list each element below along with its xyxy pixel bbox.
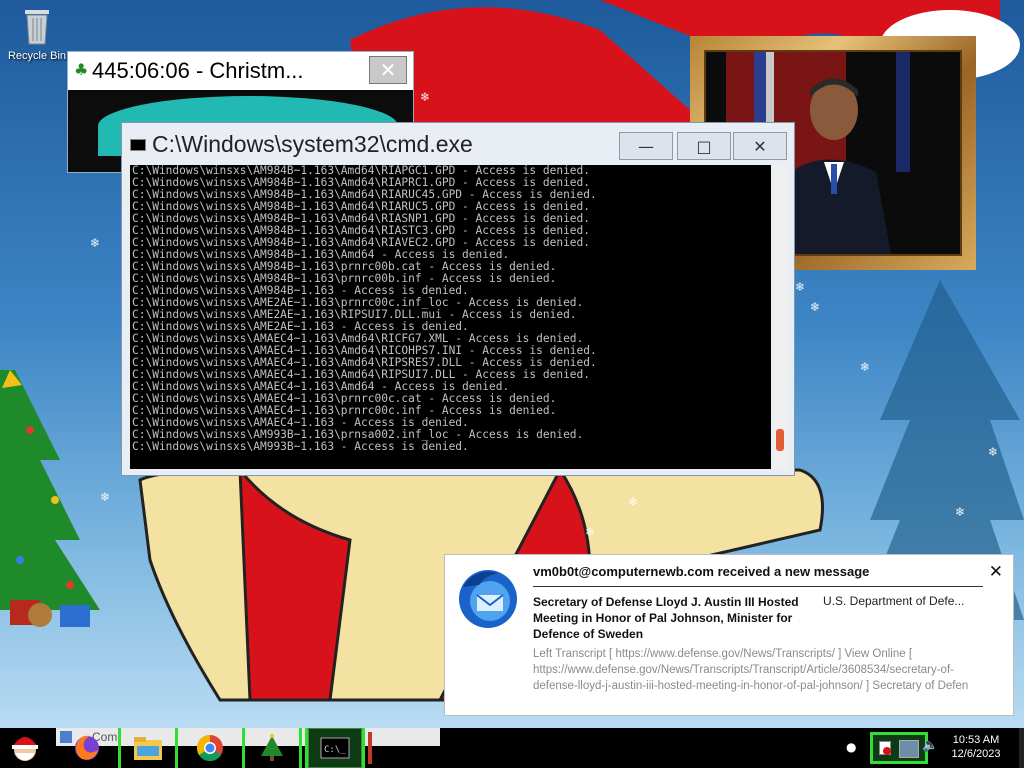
snowflake-icon: ❄ [795, 280, 806, 294]
countdown-titlebar[interactable]: ♣ 445:06:06 - Christm... [68, 52, 413, 90]
countdown-title: 445:06:06 - Christm... [92, 58, 304, 83]
console-icon [130, 139, 146, 151]
file-explorer-taskbar-button[interactable] [118, 728, 178, 768]
notification-close-button[interactable]: ✕ [989, 562, 1003, 582]
notification-header: vm0b0t@computernewb.com received a new m… [533, 564, 870, 579]
message-preview: Left Transcript [ https://www.defense.go… [533, 648, 969, 692]
console-line: C:\Windows\winsxs\AM993B~1.163 - Access … [132, 440, 469, 453]
alert-badge-icon [883, 747, 891, 755]
snowflake-icon: ❄ [988, 445, 999, 459]
clock-time: 10:53 AM [952, 734, 1000, 746]
firefox-taskbar-button[interactable] [68, 728, 106, 768]
console-icon: C:\_ [320, 737, 350, 759]
mail-notification[interactable]: vm0b0t@computernewb.com received a new m… [444, 554, 1014, 716]
clock-date: 12/6/2023 [951, 748, 1001, 760]
cmd-taskbar-button[interactable]: C:\_ [305, 728, 365, 768]
network-icon[interactable] [899, 740, 919, 758]
thunderbird-icon [455, 565, 521, 631]
snowflake-icon: ❄ [955, 505, 966, 519]
cmd-title: C:\Windows\system32\cmd.exe [152, 131, 473, 157]
recycle-bin-shortcut[interactable]: Recycle Bin [6, 6, 68, 62]
svg-text:C:\_: C:\_ [324, 745, 346, 755]
message-sender: U.S. Department of Defe... [823, 594, 965, 608]
maximize-button[interactable]: □ [677, 132, 731, 160]
notification-divider [533, 586, 983, 587]
snowflake-icon: ❄ [860, 360, 871, 374]
countdown-taskbar-button[interactable] [242, 728, 302, 768]
snowflake-icon: ❄ [90, 236, 101, 250]
minimize-button[interactable]: — [619, 132, 673, 160]
cmd-window[interactable]: C:\Windows\system32\cmd.exe — □ ✕ C:\Win… [121, 122, 795, 476]
taskbar: Com C:\_ ● 🔈 10:53 AM 12/6/2023 [0, 728, 1024, 768]
scrollbar-thumb[interactable] [776, 429, 784, 451]
chrome-taskbar-button[interactable] [190, 728, 230, 768]
console-output[interactable]: C:\Windows\winsxs\AM984B~1.163\Amd64\RIA… [130, 165, 771, 469]
folder-icon [134, 737, 162, 760]
snowflake-icon: ❄ [628, 495, 639, 509]
chrome-icon [196, 734, 223, 762]
console-scrollbar[interactable] [773, 165, 787, 469]
cmd-titlebar[interactable]: C:\Windows\system32\cmd.exe — □ ✕ [122, 123, 794, 165]
start-button[interactable] [4, 728, 46, 768]
taskbar-clock[interactable]: 10:53 AM 12/6/2023 [945, 733, 1007, 761]
snowflake-icon: ❄ [810, 300, 821, 314]
notification-dot-icon[interactable]: ● [846, 740, 856, 754]
tree-icon: ♣ [74, 60, 89, 79]
show-desktop-button[interactable] [1019, 728, 1024, 768]
snowflake-icon: ❄ [100, 490, 111, 504]
firefox-icon [75, 735, 99, 760]
tree-icon [261, 734, 283, 761]
recycle-bin-icon [22, 6, 52, 46]
santa-icon [12, 737, 38, 761]
snowflake-icon: ❄ [420, 90, 431, 104]
snowflake-icon: ❄ [585, 525, 596, 539]
taskbar-divider [368, 732, 372, 764]
tray-highlight[interactable] [870, 732, 928, 764]
volume-icon[interactable]: 🔈 [922, 738, 938, 753]
message-subject[interactable]: Secretary of Defense Lloyd J. Austin III… [533, 594, 803, 642]
recycle-bin-label: Recycle Bin [7, 50, 67, 62]
countdown-close-button[interactable]: ✕ [369, 56, 407, 84]
close-button[interactable]: ✕ [733, 132, 787, 160]
